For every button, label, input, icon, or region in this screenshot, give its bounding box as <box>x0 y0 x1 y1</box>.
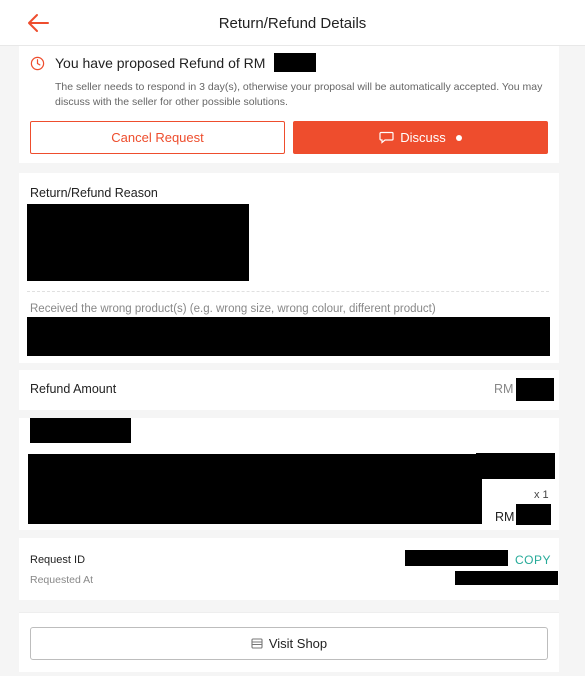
divider <box>27 291 549 292</box>
footer-card: Visit Shop <box>19 612 559 672</box>
reason-text: Received the wrong product(s) (e.g. wron… <box>30 303 436 315</box>
proposal-title: You have proposed Refund of RM <box>55 55 266 71</box>
redacted-amount <box>274 53 316 72</box>
product-currency: RM <box>495 510 515 524</box>
redacted-product-info <box>28 454 482 524</box>
refund-currency: RM <box>494 382 514 396</box>
proposal-card: You have proposed Refund of RM The selle… <box>19 46 559 163</box>
reason-heading: Return/Refund Reason <box>30 186 158 200</box>
top-bar: Return/Refund Details <box>0 0 585 46</box>
requested-at-label: Requested At <box>30 574 94 586</box>
clock-icon <box>30 56 45 71</box>
chat-icon <box>379 131 394 144</box>
discuss-label: Discuss <box>400 130 446 145</box>
shop-icon <box>251 638 263 649</box>
visit-shop-label: Visit Shop <box>268 636 328 651</box>
redacted-evidence-image <box>27 204 249 281</box>
refund-amount-row: Refund Amount RM <box>19 370 559 410</box>
visit-shop-button[interactable]: Visit Shop <box>30 627 548 660</box>
unread-dot <box>455 134 462 141</box>
redacted-request-date <box>455 571 558 585</box>
redacted-product-price <box>516 504 551 525</box>
page-title: Return/Refund Details <box>218 15 367 32</box>
cancel-request-label: Cancel Request <box>111 130 204 145</box>
proposal-description: The seller needs to respond in 3 day(s),… <box>55 81 543 108</box>
request-info-card: Request ID COPY Requested At <box>19 538 559 600</box>
copy-button[interactable]: COPY <box>515 553 551 567</box>
redacted-refund-amount <box>516 378 554 401</box>
cancel-request-button[interactable]: Cancel Request <box>30 121 285 154</box>
redacted-reason-detail <box>27 317 550 356</box>
reason-card: Return/Refund Reason Received the wrong … <box>19 173 559 363</box>
product-card: x 1 RM <box>19 418 559 530</box>
refund-amount-label: Refund Amount <box>30 382 117 396</box>
redacted-request-id <box>405 550 508 566</box>
request-id-label: Request ID <box>30 554 86 566</box>
redacted-product-variant <box>476 453 555 479</box>
redacted-shop-name <box>30 418 131 443</box>
discuss-button[interactable]: Discuss <box>293 121 548 154</box>
product-quantity: x 1 <box>534 489 549 501</box>
